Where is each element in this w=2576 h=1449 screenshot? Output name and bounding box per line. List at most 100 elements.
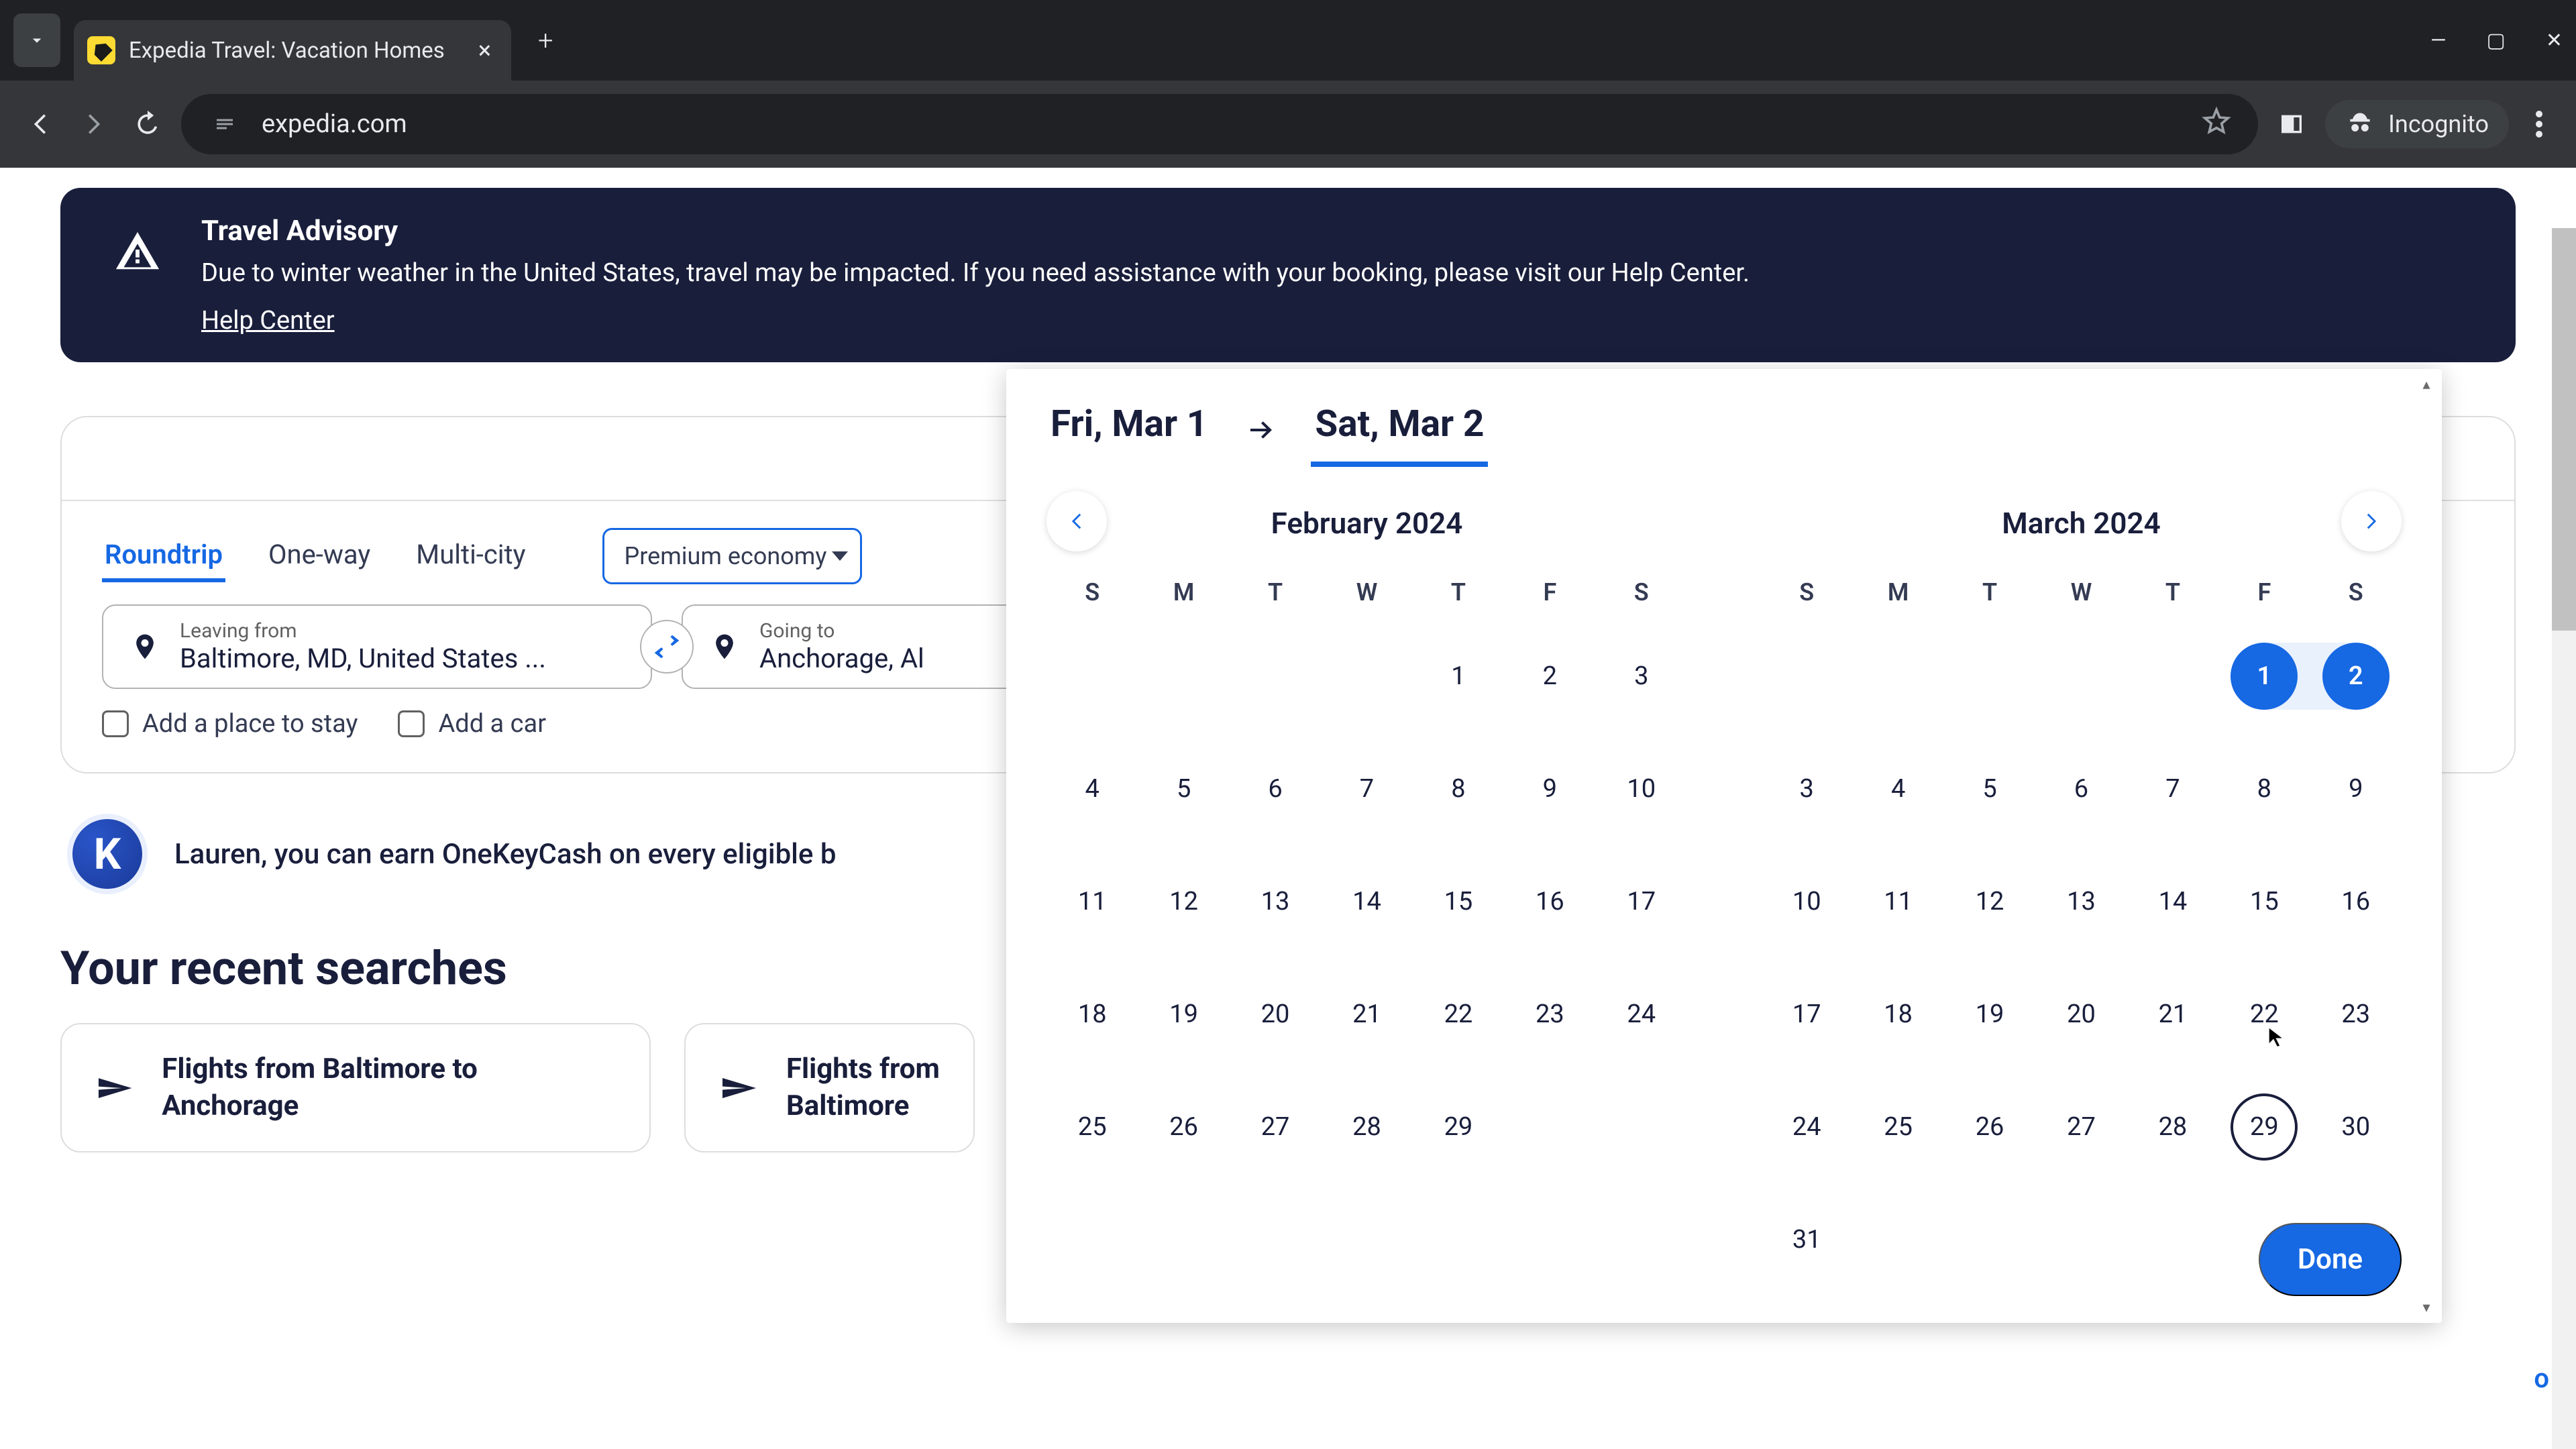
calendar-day[interactable]: 18 <box>1852 958 1943 1071</box>
calendar-day[interactable]: 6 <box>1230 733 1321 845</box>
incognito-badge[interactable]: Incognito <box>2325 100 2509 148</box>
calendar-day[interactable]: 15 <box>2218 845 2310 958</box>
scrollbar-thumb[interactable] <box>2552 228 2576 631</box>
calendar-day[interactable]: 7 <box>1321 733 1412 845</box>
calendar-day[interactable]: 8 <box>1413 733 1504 845</box>
calendar-day[interactable]: 21 <box>1321 958 1412 1071</box>
calendar-day[interactable]: 16 <box>1504 845 1595 958</box>
calendar-day[interactable]: 11 <box>1852 845 1943 958</box>
recent-search-card[interactable]: Flights from Baltimore <box>684 1023 975 1152</box>
calendar-day[interactable]: 23 <box>2310 958 2402 1071</box>
recent-search-card[interactable]: Flights from Baltimore to Anchorage <box>60 1023 651 1152</box>
swap-locations-button[interactable] <box>640 620 694 674</box>
calendar-day[interactable]: 4 <box>1852 733 1943 845</box>
calendar-day[interactable]: 4 <box>1046 733 1138 845</box>
trip-tab-oneway[interactable]: One-way <box>266 531 373 582</box>
calendar-day[interactable]: 28 <box>1321 1071 1412 1183</box>
toolbar: expedia.com Incognito <box>0 80 2576 168</box>
calendar-day[interactable]: 14 <box>2127 845 2218 958</box>
done-button[interactable]: Done <box>2259 1223 2402 1296</box>
close-window-icon[interactable]: ✕ <box>2546 29 2563 52</box>
site-info-icon[interactable] <box>208 107 241 141</box>
next-month-button[interactable] <box>2341 491 2402 551</box>
calendar-day[interactable]: 19 <box>1944 958 2035 1071</box>
maximize-icon[interactable]: ▢ <box>2487 29 2506 52</box>
calendar-day[interactable]: 3 <box>1761 733 1852 845</box>
calendar-day[interactable]: 3 <box>1596 620 1687 733</box>
calendar-day[interactable]: 13 <box>1230 845 1321 958</box>
calendar-day[interactable]: 15 <box>1413 845 1504 958</box>
browser-tab-strip: Expedia Travel: Vacation Homes × + — ▢ ✕ <box>0 0 2576 80</box>
calendar-day[interactable]: 27 <box>1230 1071 1321 1183</box>
calendar-day[interactable]: 24 <box>1596 958 1687 1071</box>
reload-button[interactable] <box>127 104 168 144</box>
trip-tab-multicity[interactable]: Multi-city <box>413 531 528 582</box>
popover-scroll-up-icon[interactable]: ▴ <box>2415 373 2438 396</box>
calendar-day[interactable]: 10 <box>1596 733 1687 845</box>
calendar-day[interactable]: 17 <box>1596 845 1687 958</box>
calendar-day[interactable]: 26 <box>1138 1071 1229 1183</box>
calendar-day[interactable]: 7 <box>2127 733 2218 845</box>
calendar-day[interactable]: 20 <box>1230 958 1321 1071</box>
add-car-label: Add a car <box>438 709 546 739</box>
calendar-day[interactable]: 21 <box>2127 958 2218 1071</box>
calendar-day[interactable]: 13 <box>2035 845 2127 958</box>
cabin-class-select[interactable]: Premium economy <box>602 528 863 584</box>
calendar-day[interactable]: 28 <box>2127 1071 2218 1183</box>
calendar-day[interactable]: 9 <box>1504 733 1595 845</box>
calendar-day[interactable]: 23 <box>1504 958 1595 1071</box>
calendar-day[interactable]: 16 <box>2310 845 2402 958</box>
tab-search-dropdown[interactable] <box>13 13 60 67</box>
calendar-day[interactable]: 29 <box>2218 1071 2310 1183</box>
calendar-day[interactable]: 12 <box>1944 845 2035 958</box>
calendar-day[interactable]: 2 <box>1504 620 1595 733</box>
calendar-day[interactable]: 10 <box>1761 845 1852 958</box>
calendar-day[interactable]: 22 <box>2218 958 2310 1071</box>
back-button[interactable] <box>20 104 60 144</box>
trip-tab-roundtrip[interactable]: Roundtrip <box>102 531 225 582</box>
minimize-icon[interactable]: — <box>2430 29 2446 52</box>
new-tab-button[interactable]: + <box>538 25 553 56</box>
bookmark-star-icon[interactable] <box>2202 106 2231 142</box>
calendar-day[interactable]: 9 <box>2310 733 2402 845</box>
calendar-day[interactable]: 5 <box>1944 733 2035 845</box>
calendar-day[interactable]: 20 <box>2035 958 2127 1071</box>
departure-date-display[interactable]: Fri, Mar 1 <box>1046 396 1212 467</box>
calendar-day[interactable]: 14 <box>1321 845 1412 958</box>
calendar-day[interactable]: 30 <box>2310 1071 2402 1183</box>
recent-card-title: Flights from Baltimore <box>786 1051 940 1124</box>
close-tab-icon[interactable]: × <box>478 36 491 64</box>
return-date-display[interactable]: Sat, Mar 2 <box>1311 396 1488 467</box>
calendar-day[interactable]: 25 <box>1046 1071 1138 1183</box>
calendar-day[interactable]: 24 <box>1761 1071 1852 1183</box>
calendar-day[interactable]: 12 <box>1138 845 1229 958</box>
address-bar[interactable]: expedia.com <box>181 94 2258 154</box>
calendar-day[interactable]: 27 <box>2035 1071 2127 1183</box>
calendar-day[interactable]: 26 <box>1944 1071 2035 1183</box>
active-tab[interactable]: Expedia Travel: Vacation Homes × <box>74 20 511 80</box>
chrome-menu-icon[interactable] <box>2522 107 2556 141</box>
calendar-day[interactable]: 29 <box>1413 1071 1504 1183</box>
help-center-link[interactable]: Help Center <box>201 306 335 335</box>
page-scrollbar[interactable] <box>2552 228 2576 1449</box>
calendar-day[interactable]: 25 <box>1852 1071 1943 1183</box>
calendar-day[interactable]: 11 <box>1046 845 1138 958</box>
calendar-day[interactable]: 5 <box>1138 733 1229 845</box>
calendar-day[interactable]: 2 <box>2310 620 2402 733</box>
popover-scroll-down-icon[interactable]: ▾ <box>2415 1296 2438 1319</box>
calendar-day[interactable]: 1 <box>2218 620 2310 733</box>
forward-button[interactable] <box>74 104 114 144</box>
calendar-day[interactable]: 1 <box>1413 620 1504 733</box>
calendar-day[interactable]: 8 <box>2218 733 2310 845</box>
prev-month-button[interactable] <box>1046 491 1107 551</box>
calendar-day[interactable]: 22 <box>1413 958 1504 1071</box>
add-stay-checkbox[interactable]: Add a place to stay <box>102 709 358 739</box>
calendar-day[interactable]: 17 <box>1761 958 1852 1071</box>
calendar-day[interactable]: 31 <box>1761 1183 1852 1296</box>
calendar-day[interactable]: 19 <box>1138 958 1229 1071</box>
calendar-day[interactable]: 6 <box>2035 733 2127 845</box>
leaving-from-field[interactable]: Leaving from Baltimore, MD, United State… <box>102 604 652 689</box>
add-car-checkbox[interactable]: Add a car <box>398 709 546 739</box>
calendar-day[interactable]: 18 <box>1046 958 1138 1071</box>
side-panel-icon[interactable] <box>2271 104 2312 144</box>
